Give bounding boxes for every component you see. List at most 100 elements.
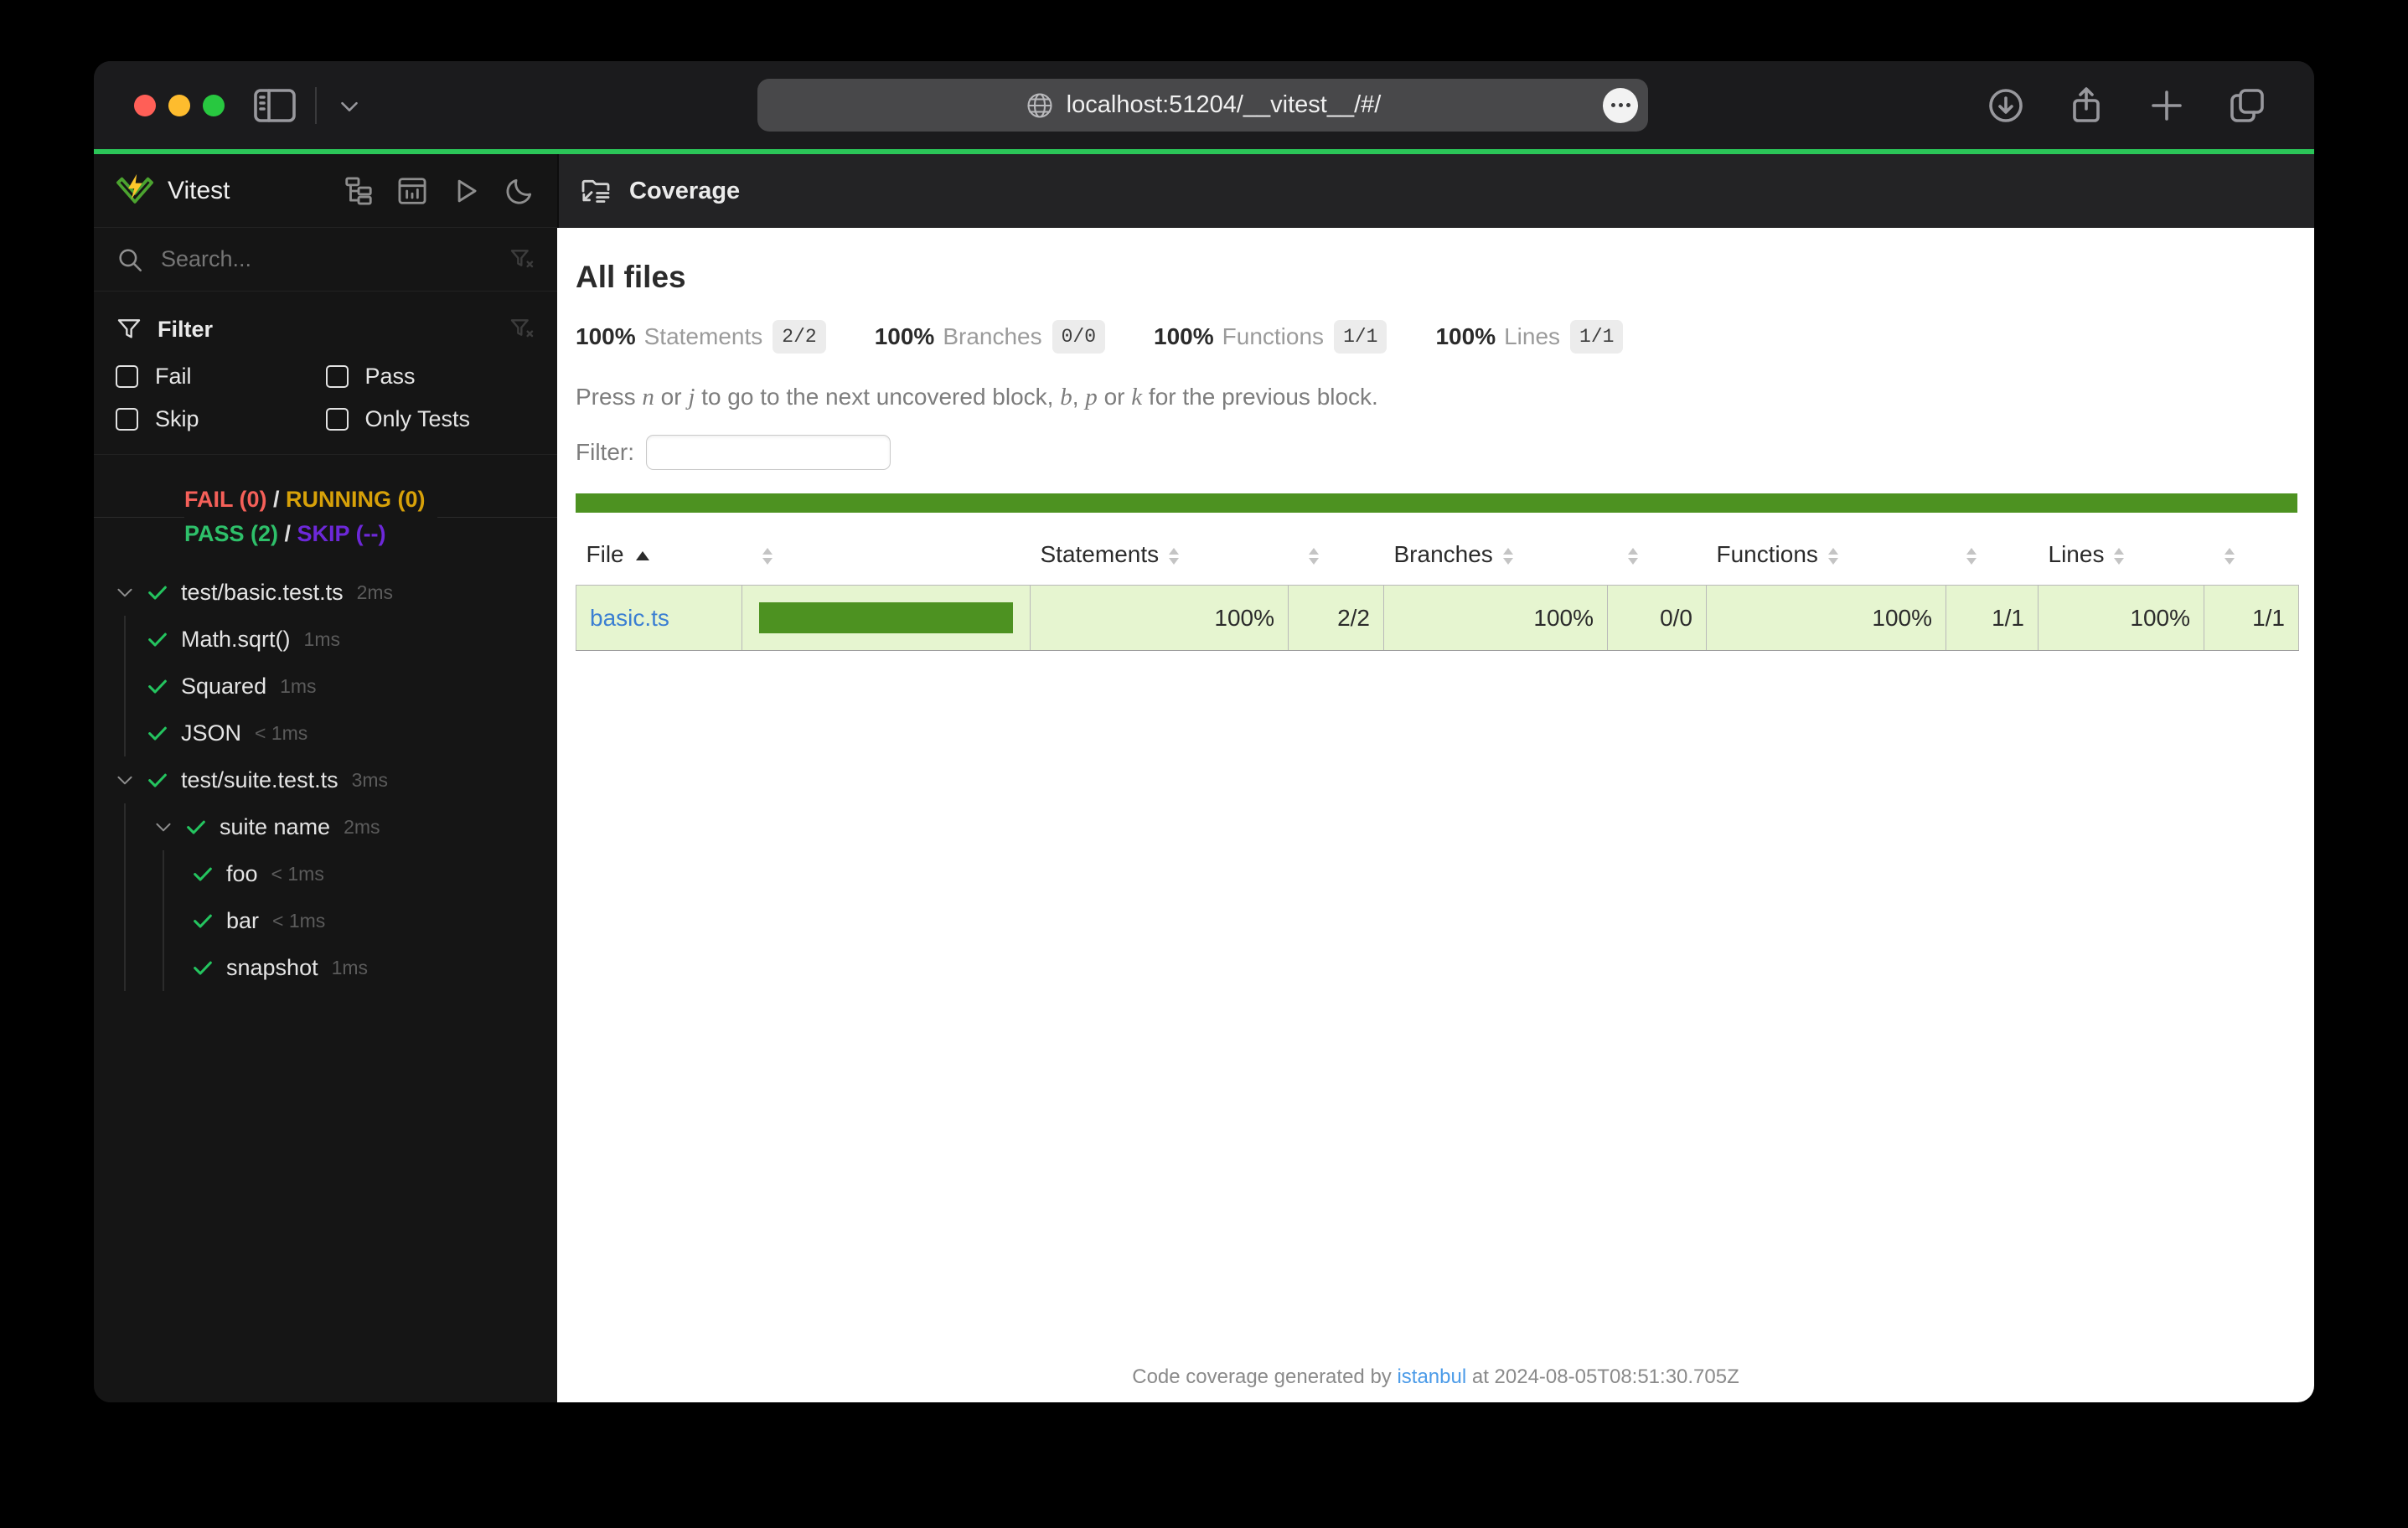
test-tree: test/basic.test.ts 2ms Math.sqrt() 1ms S… bbox=[94, 559, 557, 1402]
clear-search-filter-icon[interactable] bbox=[509, 246, 535, 273]
close-window-button[interactable] bbox=[134, 95, 156, 116]
checkbox-skip[interactable] bbox=[116, 408, 138, 431]
coverage-bar-cell bbox=[742, 586, 1031, 651]
search-input[interactable]: Search... bbox=[161, 246, 492, 272]
coverage-bar-fill bbox=[759, 602, 1013, 633]
pass-check-icon bbox=[191, 956, 214, 979]
sorter-icon bbox=[1503, 548, 1513, 565]
tree-test-bar[interactable]: bar < 1ms bbox=[94, 897, 557, 944]
column-header-lines[interactable]: Lines bbox=[2039, 524, 2204, 586]
column-header-statements[interactable]: Statements bbox=[1031, 524, 1289, 586]
checkbox-fail[interactable] bbox=[116, 365, 138, 388]
tree-suite-name[interactable]: suite name 2ms bbox=[94, 803, 557, 850]
column-header-lines-raw[interactable] bbox=[2204, 524, 2299, 586]
tab-overview-icon[interactable] bbox=[2227, 85, 2267, 126]
clear-filter-icon[interactable] bbox=[509, 316, 535, 343]
stat-ratio-badge: 0/0 bbox=[1052, 320, 1105, 354]
vitest-logo bbox=[116, 172, 154, 210]
app-title: Vitest bbox=[168, 177, 230, 205]
functions-ratio-cell: 1/1 bbox=[1946, 586, 2039, 651]
column-header-branches[interactable]: Branches bbox=[1384, 524, 1608, 586]
test-duration: 1ms bbox=[304, 628, 340, 651]
coverage-report: All files 100% Statements 2/2 100% Branc… bbox=[557, 228, 2314, 1402]
tree-test-squared[interactable]: Squared 1ms bbox=[94, 663, 557, 710]
checkbox-pass[interactable] bbox=[326, 365, 349, 388]
sorter-icon bbox=[2114, 548, 2124, 565]
coverage-icon bbox=[579, 174, 612, 208]
toolbar-divider bbox=[315, 87, 317, 124]
vitest-sidebar: Vitest bbox=[94, 154, 557, 1402]
search-icon bbox=[116, 245, 144, 274]
pass-check-icon bbox=[146, 768, 169, 792]
sorter-icon bbox=[1169, 548, 1179, 565]
filter-icon bbox=[116, 316, 142, 343]
pass-check-icon bbox=[184, 815, 208, 839]
address-bar[interactable]: localhost:51204/__vitest__/#/ bbox=[757, 79, 1648, 132]
filter-option-skip[interactable]: Skip bbox=[116, 406, 326, 432]
url-text: localhost:51204/__vitest__/#/ bbox=[1067, 91, 1382, 119]
lines-ratio-cell: 1/1 bbox=[2204, 586, 2299, 651]
zoom-window-button[interactable] bbox=[203, 95, 225, 116]
functions-pct-cell: 100% bbox=[1707, 586, 1946, 651]
summary-line-2: PASS (2) / SKIP (--) bbox=[184, 517, 426, 551]
chevron-down-icon[interactable] bbox=[335, 91, 364, 120]
column-header-functions-raw[interactable] bbox=[1946, 524, 2039, 586]
minimize-window-button[interactable] bbox=[168, 95, 190, 116]
sidebar-search[interactable]: Search... bbox=[94, 228, 557, 292]
file-link[interactable]: basic.ts bbox=[590, 605, 669, 631]
branches-ratio-cell: 0/0 bbox=[1608, 586, 1707, 651]
sidebar-header: Vitest bbox=[94, 154, 557, 228]
new-tab-icon[interactable] bbox=[2147, 85, 2187, 126]
chevron-down-icon[interactable] bbox=[114, 769, 136, 791]
sorter-icon bbox=[2225, 548, 2235, 565]
share-icon[interactable] bbox=[2066, 85, 2106, 126]
stat-ratio-badge: 1/1 bbox=[1334, 320, 1387, 354]
dark-mode-icon[interactable] bbox=[504, 175, 535, 207]
table-header-row: File Statements Branches Functions Lines bbox=[576, 524, 2299, 586]
sidebar-toggle-icon[interactable] bbox=[253, 87, 297, 124]
file-cell: basic.ts bbox=[576, 586, 742, 651]
column-header-functions[interactable]: Functions bbox=[1707, 524, 1946, 586]
sorter-icon bbox=[1828, 548, 1838, 565]
stat-branches: 100% Branches 0/0 bbox=[875, 320, 1105, 354]
coverage-panel: Coverage All files 100% Statements 2/2 1… bbox=[557, 154, 2314, 1402]
tree-test-foo[interactable]: foo < 1ms bbox=[94, 850, 557, 897]
page-settings-button[interactable] bbox=[1603, 88, 1638, 123]
keyboard-hint: Press n or j to go to the next uncovered… bbox=[576, 384, 2297, 411]
checkbox-only-tests[interactable] bbox=[326, 408, 349, 431]
coverage-table: File Statements Branches Functions Lines bbox=[576, 524, 2299, 651]
column-header-file[interactable]: File bbox=[576, 524, 742, 586]
run-all-icon[interactable] bbox=[450, 175, 482, 207]
chevron-down-icon[interactable] bbox=[114, 581, 136, 603]
tree-test-json[interactable]: JSON < 1ms bbox=[94, 710, 557, 756]
report-footer: Code coverage generated by istanbul at 2… bbox=[557, 1365, 2314, 1389]
column-header-statements-raw[interactable] bbox=[1289, 524, 1384, 586]
statements-ratio-cell: 2/2 bbox=[1289, 586, 1384, 651]
filter-option-only-tests[interactable]: Only Tests bbox=[326, 406, 536, 432]
coverage-filter-input[interactable] bbox=[646, 435, 891, 470]
dashboard-icon[interactable] bbox=[396, 175, 428, 207]
browser-titlebar: localhost:51204/__vitest__/#/ bbox=[94, 61, 2314, 149]
test-duration: 1ms bbox=[332, 957, 368, 979]
test-duration: < 1ms bbox=[272, 910, 325, 932]
sorter-icon bbox=[762, 548, 773, 565]
test-duration: 1ms bbox=[280, 675, 316, 698]
column-header-branches-raw[interactable] bbox=[1608, 524, 1707, 586]
filter-option-pass[interactable]: Pass bbox=[326, 364, 536, 390]
tree-view-icon[interactable] bbox=[343, 175, 375, 207]
filter-option-fail[interactable]: Fail bbox=[116, 364, 326, 390]
istanbul-link[interactable]: istanbul bbox=[1397, 1365, 1466, 1388]
downloads-icon[interactable] bbox=[1986, 85, 2026, 126]
chevron-down-icon[interactable] bbox=[152, 816, 174, 838]
tree-file-suite[interactable]: test/suite.test.ts 3ms bbox=[94, 756, 557, 803]
sort-ascending-icon bbox=[636, 551, 649, 560]
tree-file-basic[interactable]: test/basic.test.ts 2ms bbox=[94, 569, 557, 616]
globe-icon bbox=[1025, 90, 1055, 121]
browser-window: localhost:51204/__vitest__/#/ bbox=[94, 61, 2314, 1402]
filter-title: Filter bbox=[158, 317, 213, 343]
column-header-file-bar[interactable] bbox=[742, 524, 1031, 586]
tree-test-mathsqrt[interactable]: Math.sqrt() 1ms bbox=[94, 616, 557, 663]
pass-check-icon bbox=[191, 909, 214, 932]
test-summary: FAIL (0) / RUNNING (0) PASS (2) / SKIP (… bbox=[94, 475, 557, 559]
tree-test-snapshot[interactable]: snapshot 1ms bbox=[94, 944, 557, 991]
